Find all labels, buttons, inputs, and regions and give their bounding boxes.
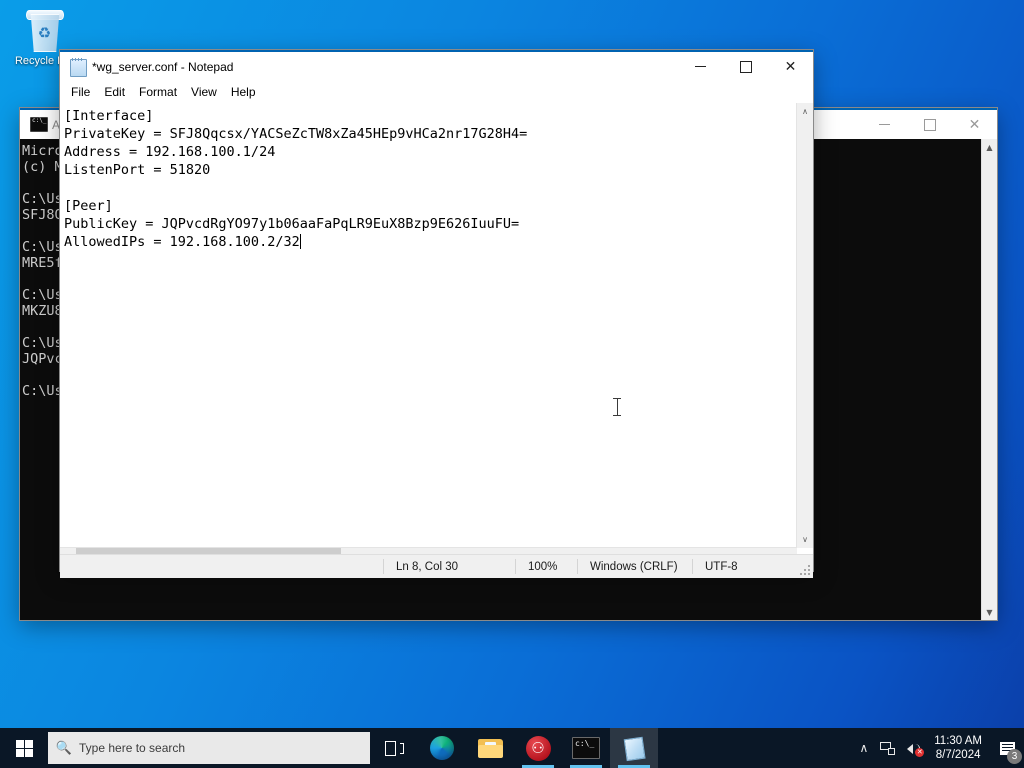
notepad-icon (622, 736, 647, 762)
statusbar-zoom[interactable]: 100% (516, 559, 578, 574)
wireguard-icon (525, 735, 551, 761)
network-icon (880, 741, 896, 755)
resize-grip[interactable] (799, 564, 811, 576)
notepad-maximize-button[interactable] (723, 52, 768, 81)
edge-icon (430, 736, 454, 760)
taskbar-notepad[interactable] (610, 728, 658, 768)
cmd-caption-buttons: ✕ (862, 110, 997, 139)
statusbar-line-ending: Windows (CRLF) (578, 559, 693, 574)
statusbar-spacer (60, 559, 384, 574)
menu-format[interactable]: Format (132, 83, 184, 101)
menu-file[interactable]: File (64, 83, 97, 101)
task-view-icon (384, 740, 404, 756)
notepad-caption-buttons: ✕ (678, 52, 813, 81)
notification-count-badge: 3 (1007, 749, 1022, 764)
windows-logo-icon (15, 739, 33, 757)
tray-overflow-button[interactable]: ∧ (853, 728, 874, 768)
clock-time: 11:30 AM (934, 735, 982, 747)
taskbar-clock[interactable]: 11:30 AM 8/7/2024 (930, 728, 990, 768)
taskbar-edge[interactable] (418, 728, 466, 768)
menu-view[interactable]: View (184, 83, 224, 101)
menu-help[interactable]: Help (224, 83, 263, 101)
task-view-button[interactable] (370, 728, 418, 768)
notifications-button[interactable]: 3 (990, 728, 1024, 768)
notepad-menubar: File Edit Format View Help (60, 81, 813, 104)
taskbar-file-explorer[interactable] (466, 728, 514, 768)
folder-icon (477, 738, 503, 758)
cmd-scroll-down-arrow-icon[interactable]: ▼ (982, 604, 997, 620)
menu-edit[interactable]: Edit (97, 83, 132, 101)
notepad-minimize-button[interactable] (678, 52, 723, 81)
tray-volume-button[interactable]: ✕ (901, 728, 930, 768)
taskbar: 🔍 Type here to search ∧ (0, 728, 1024, 768)
search-input[interactable]: 🔍 Type here to search (48, 732, 370, 764)
notepad-icon (70, 57, 87, 77)
notepad-titlebar[interactable]: *wg_server.conf - Notepad ✕ (60, 50, 813, 81)
desktop: ♻ Recycle Bin Administrator: Command Pro… (0, 0, 1024, 768)
notepad-text-area[interactable]: [Interface] PrivateKey = SFJ8Qqcsx/YACSe… (60, 103, 797, 548)
speaker-muted-icon: ✕ (907, 741, 925, 757)
system-tray: ∧ ✕ 11:30 AM 8/7/2024 3 (853, 728, 1024, 768)
notepad-statusbar: Ln 8, Col 30 100% Windows (CRLF) UTF-8 (60, 554, 813, 578)
scroll-up-arrow-icon[interactable]: ∧ (797, 103, 813, 120)
recycle-bin-icon: ♻ (24, 8, 64, 52)
start-button[interactable] (0, 728, 48, 768)
notepad-title-text: *wg_server.conf - Notepad (92, 59, 234, 74)
notepad-window[interactable]: *wg_server.conf - Notepad ✕ File Edit Fo… (60, 50, 813, 578)
cmd-minimize-button[interactable] (862, 110, 907, 139)
scroll-down-arrow-icon[interactable]: ∨ (797, 531, 813, 548)
notepad-vertical-scrollbar[interactable]: ∧ ∨ (796, 103, 813, 548)
search-placeholder: Type here to search (79, 741, 186, 755)
taskbar-wireguard[interactable] (514, 728, 562, 768)
clock-date: 8/7/2024 (935, 749, 981, 761)
statusbar-cursor-position: Ln 8, Col 30 (384, 559, 516, 574)
cmd-close-button[interactable]: ✕ (952, 110, 997, 139)
text-caret (299, 234, 301, 249)
statusbar-encoding: UTF-8 (705, 560, 738, 573)
recycle-symbol-icon: ♻ (37, 25, 52, 42)
command-prompt-icon (30, 116, 48, 133)
cmd-vertical-scrollbar[interactable]: ▲ ▼ (981, 139, 997, 620)
command-prompt-icon (572, 737, 600, 759)
notepad-editor-region: [Interface] PrivateKey = SFJ8Qqcsx/YACSe… (60, 103, 813, 578)
notepad-close-button[interactable]: ✕ (768, 52, 813, 81)
mute-badge: ✕ (915, 747, 925, 757)
tray-network-button[interactable] (874, 728, 901, 768)
notepad-document-text: [Interface] PrivateKey = SFJ8Qqcsx/YACSe… (64, 108, 528, 250)
cmd-scroll-up-arrow-icon[interactable]: ▲ (982, 139, 997, 155)
cmd-maximize-button[interactable] (907, 110, 952, 139)
taskbar-command-prompt[interactable] (562, 728, 610, 768)
search-icon: 🔍 (55, 740, 73, 756)
